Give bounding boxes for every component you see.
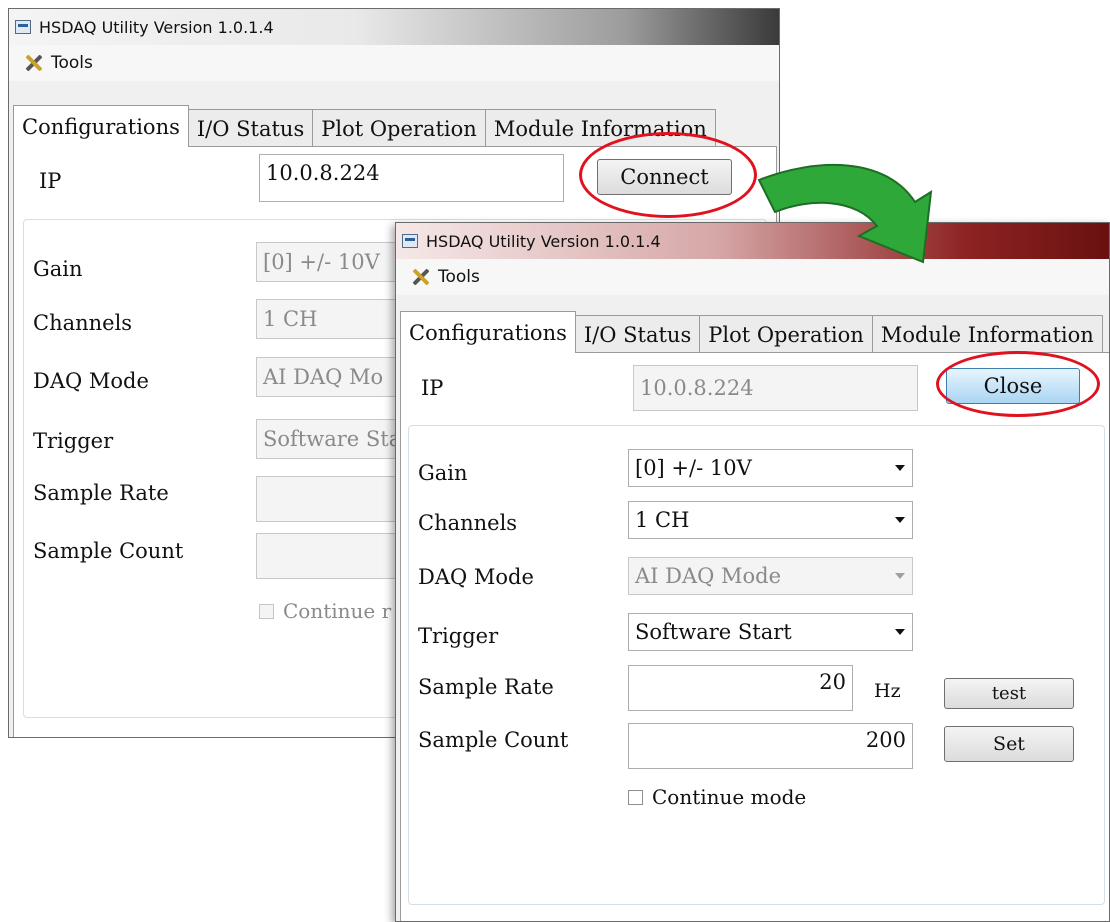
tab-configurations[interactable]: Configurations	[13, 105, 189, 147]
tools-icon	[410, 266, 432, 288]
window-title: HSDAQ Utility Version 1.0.1.4	[426, 231, 661, 251]
continue-mode-label: Continue r	[283, 599, 392, 623]
chevron-down-icon	[888, 629, 912, 635]
gain-label: Gain	[418, 461, 468, 485]
tab-module-information[interactable]: Module Information	[484, 109, 716, 147]
ip-label: IP	[39, 169, 62, 193]
gain-label: Gain	[33, 257, 83, 281]
trigger-select[interactable]: Software Start	[628, 613, 913, 651]
tab-io-status[interactable]: I/O Status	[187, 109, 314, 147]
connect-button[interactable]: Connect	[597, 159, 732, 195]
chevron-down-icon	[888, 465, 912, 471]
channels-select[interactable]: 1 CH	[628, 501, 913, 539]
daq-mode-label: DAQ Mode	[33, 369, 149, 393]
ip-label: IP	[421, 376, 444, 400]
transition-arrow	[757, 163, 933, 264]
sample-count-input[interactable]	[256, 533, 416, 579]
continue-mode-checkbox[interactable]: Continue r	[259, 599, 391, 623]
tab-plot-operation[interactable]: Plot Operation	[699, 315, 873, 353]
daq-mode-select[interactable]: AI DAQ Mo	[256, 357, 416, 397]
sample-rate-input[interactable]	[256, 476, 416, 522]
channels-select[interactable]: 1 CH	[256, 299, 416, 339]
sample-count-label: Sample Count	[418, 728, 569, 752]
title-bar: HSDAQ Utility Version 1.0.1.4	[9, 9, 779, 45]
window-title: HSDAQ Utility Version 1.0.1.4	[39, 17, 274, 37]
tools-icon	[23, 52, 45, 74]
continue-mode-checkbox[interactable]: Continue mode	[628, 785, 806, 809]
trigger-value: Software Start	[635, 620, 792, 644]
tools-menu[interactable]: Tools	[396, 266, 488, 288]
trigger-label: Trigger	[418, 624, 499, 648]
gain-select[interactable]: [0] +/- 10V	[256, 242, 416, 282]
sample-rate-label: Sample Rate	[418, 675, 554, 699]
sample-rate-label: Sample Rate	[33, 481, 169, 505]
daq-mode-label: DAQ Mode	[418, 565, 534, 589]
checkbox-box	[259, 603, 274, 619]
close-button[interactable]: Close	[946, 368, 1080, 404]
sample-rate-unit: Hz	[874, 680, 901, 702]
test-button[interactable]: test	[944, 678, 1074, 709]
tab-strip: Configurations I/O Status Plot Operation…	[13, 105, 716, 147]
chevron-down-icon	[888, 573, 912, 579]
tab-configurations[interactable]: Configurations	[400, 311, 576, 353]
daq-mode-select[interactable]: AI DAQ Mode	[628, 557, 913, 595]
sample-count-input[interactable]: 200	[628, 723, 913, 769]
sample-rate-input[interactable]: 20	[628, 665, 853, 711]
sample-count-label: Sample Count	[33, 539, 184, 563]
ip-input[interactable]: 10.0.8.224	[259, 154, 564, 202]
app-icon	[402, 234, 418, 248]
channels-label: Channels	[33, 311, 133, 335]
set-button[interactable]: Set	[944, 726, 1074, 762]
window-after-connect: HSDAQ Utility Version 1.0.1.4 Tools Conf…	[395, 222, 1110, 922]
channels-value: 1 CH	[635, 508, 690, 532]
daq-mode-value: AI DAQ Mode	[635, 564, 782, 588]
gain-select[interactable]: [0] +/- 10V	[628, 449, 913, 487]
tab-io-status[interactable]: I/O Status	[574, 315, 701, 353]
tab-module-information[interactable]: Module Information	[871, 315, 1103, 353]
gain-value: [0] +/- 10V	[635, 456, 752, 480]
menu-bar: Tools	[9, 45, 779, 81]
tab-strip: Configurations I/O Status Plot Operation…	[400, 311, 1103, 353]
tools-menu-label: Tools	[51, 53, 93, 73]
tab-plot-operation[interactable]: Plot Operation	[312, 109, 486, 147]
tools-menu[interactable]: Tools	[9, 52, 101, 74]
trigger-label: Trigger	[33, 429, 114, 453]
checkbox-box	[628, 789, 643, 805]
app-icon	[15, 20, 31, 34]
channels-label: Channels	[418, 511, 518, 535]
ip-input[interactable]: 10.0.8.224	[633, 365, 918, 411]
chevron-down-icon	[888, 517, 912, 523]
continue-mode-label: Continue mode	[652, 785, 807, 809]
trigger-select[interactable]: Software Sta	[256, 419, 416, 459]
tools-menu-label: Tools	[438, 267, 480, 287]
